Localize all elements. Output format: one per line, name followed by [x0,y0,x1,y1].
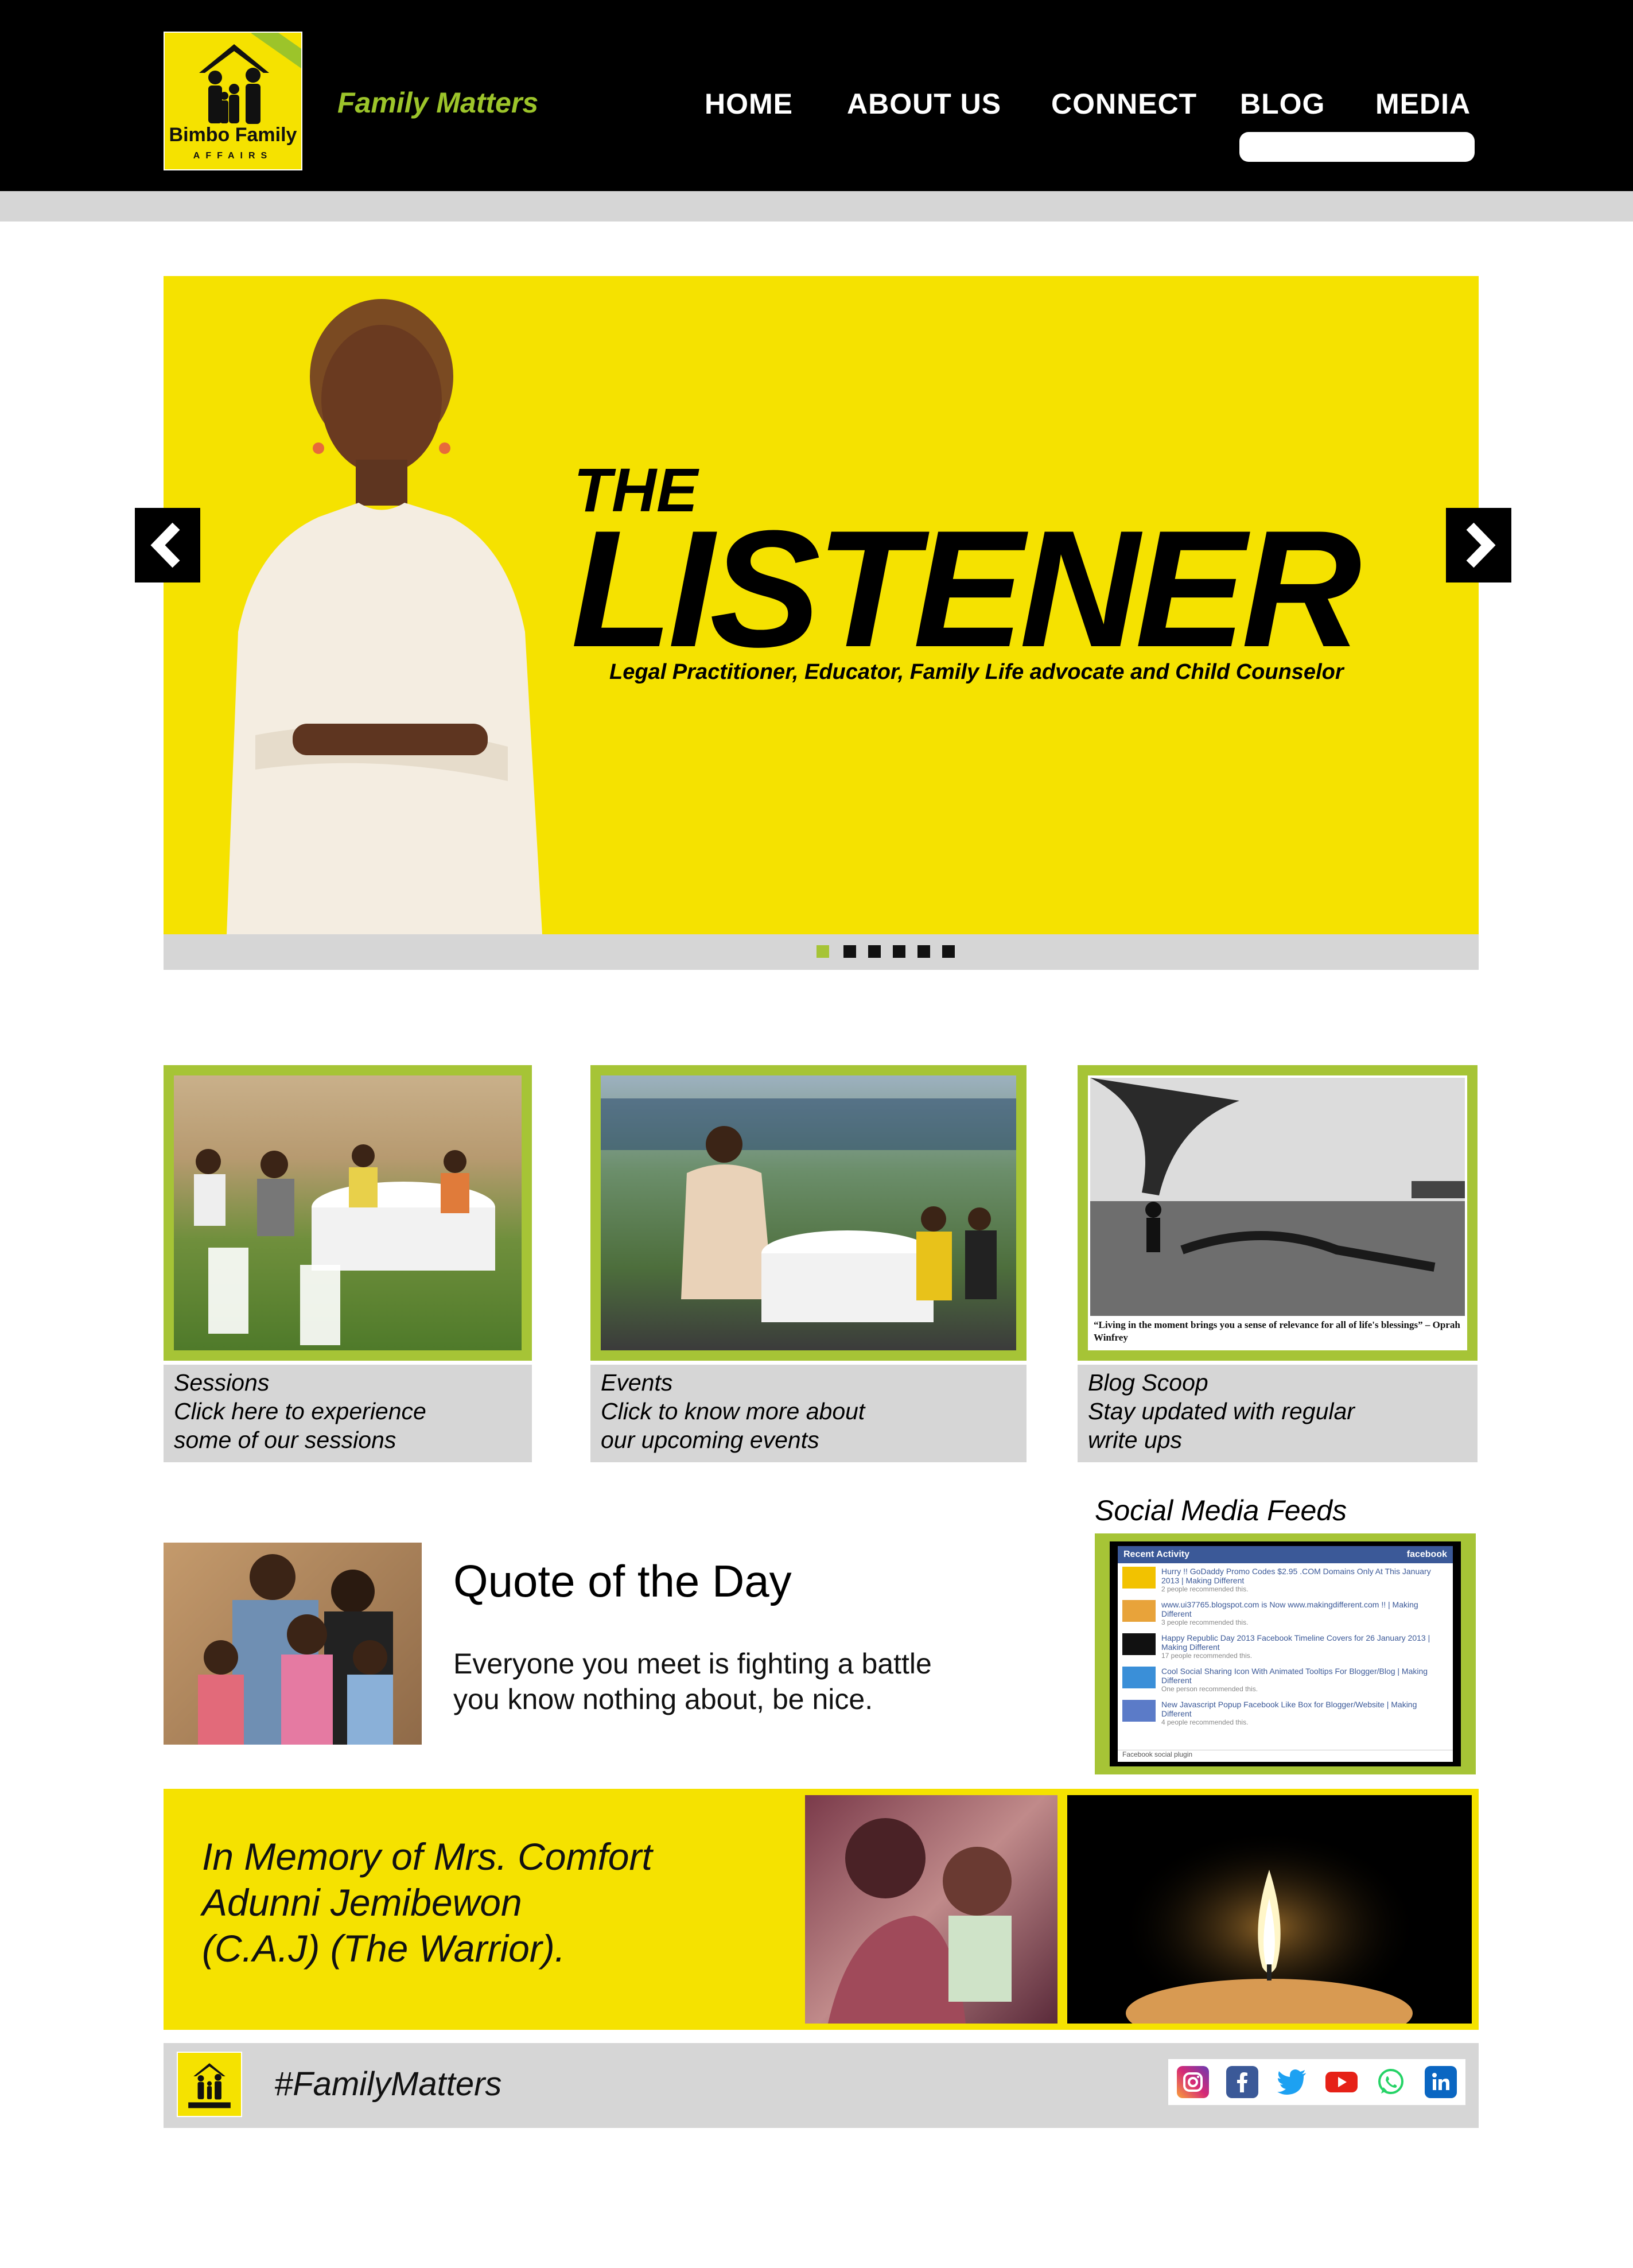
facebook-panel-footer: Facebook social plugin [1118,1750,1453,1762]
blog-image-quote: “Living in the moment brings you a sense… [1094,1319,1460,1343]
whatsapp-icon[interactable] [1375,2066,1408,2098]
feed-item-meta: 4 people recommended this. [1161,1718,1249,1726]
facebook-panel-title: Recent Activity [1123,1549,1189,1559]
feed-item-text: Happy Republic Day 2013 Facebook Timelin… [1161,1633,1430,1652]
sessions-card-image[interactable] [164,1065,532,1361]
facebook-activity-panel: Recent Activity facebook Hurry !! GoDadd… [1118,1546,1453,1762]
feed-item-text: Hurry !! GoDaddy Promo Codes $2.95 .COM … [1161,1567,1431,1585]
feed-thumbnail [1122,1700,1156,1722]
site-logo[interactable]: Bimbo Family AFFAIRS [164,32,302,170]
events-card-image[interactable] [590,1065,1027,1361]
events-card-title: Events [601,1369,673,1396]
nav-media[interactable]: MEDIA [1375,87,1471,121]
social-icons-bar [1168,2059,1465,2105]
facebook-feed-item[interactable]: Hurry !! GoDaddy Promo Codes $2.95 .COM … [1118,1563,1453,1597]
hero-title: LISTENER [571,496,1362,682]
mother-child-scene [828,1818,1012,2024]
hero-subtitle: Legal Practitioner, Educator, Family Lif… [609,660,1344,684]
slider-dot-3[interactable] [868,945,881,958]
feed-item-meta: 17 people recommended this. [1161,1652,1253,1660]
slider-dot-4[interactable] [893,945,905,958]
facebook-panel-header: Recent Activity facebook [1118,1546,1453,1563]
slider-prev-button[interactable] [135,508,200,582]
family-photo [164,1543,422,1745]
slider-dot-5[interactable] [917,945,930,958]
social-feeds-title: Social Media Feeds [1095,1494,1347,1527]
facebook-icon[interactable] [1226,2066,1259,2098]
social-feed-border: Recent Activity facebook Hurry !! GoDadd… [1110,1541,1461,1766]
blog-scene [1090,1078,1465,1316]
facebook-feed-item[interactable]: Cool Social Sharing Icon With Animated T… [1118,1663,1453,1696]
slider-dot-2[interactable] [843,945,856,958]
memorial-line-1: In Memory of Mrs. Comfort [202,1835,652,1878]
nav-connect[interactable]: CONNECT [1051,87,1197,121]
events-card-line2: our upcoming events [601,1427,819,1453]
events-card-caption[interactable]: Events Click to know more about our upco… [590,1365,1027,1462]
memorial-text: In Memory of Mrs. Comfort Adunni Jemibew… [202,1834,776,1971]
feed-thumbnail [1122,1633,1156,1655]
chevron-right-icon [1466,522,1496,568]
quote-text: Everyone you meet is fighting a battle y… [453,1648,932,1715]
header-divider [0,191,1633,222]
feed-item-text: www.ui37765.blogspot.com is Now www.maki… [1161,1600,1418,1618]
events-card-line1: Click to know more about [601,1398,865,1424]
blog-card-title: Blog Scoop [1088,1369,1208,1396]
facebook-brand: facebook [1406,1549,1447,1559]
memorial-photo [805,1795,1057,2024]
candle-icon [1120,1830,1418,2024]
feed-item-meta: 2 people recommended this. [1161,1585,1249,1593]
family-logo-icon [188,2063,231,2108]
feed-item-meta: One person recommended this. [1161,1685,1258,1693]
slider-dot-1[interactable] [816,945,829,958]
feed-thumbnail [1122,1600,1156,1622]
site-tagline: Family Matters [337,87,539,119]
feed-item-text: New Javascript Popup Facebook Like Box f… [1161,1700,1417,1718]
sessions-card-line2: some of our sessions [174,1427,396,1453]
linkedin-icon[interactable] [1424,2066,1457,2098]
sessions-card-line1: Click here to experience [174,1398,426,1424]
twitter-icon[interactable] [1276,2066,1308,2098]
hero-slider: THE LISTENER Legal Practitioner, Educato… [164,276,1479,934]
blog-card-line1: Stay updated with regular [1088,1398,1355,1424]
nav-home[interactable]: HOME [705,87,793,121]
events-scene [601,1098,1016,1322]
sessions-card-caption[interactable]: Sessions Click here to experience some o… [164,1365,532,1462]
memorial-line-2: Adunni Jemibewon [202,1881,522,1924]
blog-photo: “Living in the moment brings you a sense… [1088,1075,1467,1350]
facebook-feed-item[interactable]: New Javascript Popup Facebook Like Box f… [1118,1696,1453,1730]
logo-subtext: AFFAIRS [193,151,273,161]
logo-text: Bimbo Family [169,124,297,146]
youtube-icon[interactable] [1325,2066,1358,2098]
blog-card-line2: write ups [1088,1427,1183,1453]
feed-thumbnail [1122,1667,1156,1688]
facebook-feed-item[interactable]: www.ui37765.blogspot.com is Now www.maki… [1118,1597,1453,1630]
slider-dot-6[interactable] [942,945,955,958]
blog-card-image[interactable]: “Living in the moment brings you a sense… [1078,1065,1478,1361]
slider-next-button[interactable] [1446,508,1511,582]
feed-item-text: Cool Social Sharing Icon With Animated T… [1161,1667,1428,1685]
facebook-feed-item[interactable]: Happy Republic Day 2013 Facebook Timelin… [1118,1630,1453,1663]
feed-thumbnail [1122,1567,1156,1589]
footer-hashtag: #FamilyMatters [274,2065,502,2103]
memorial-line-3: (C.A.J) (The Warrior). [202,1927,566,1970]
chevron-left-icon [150,522,180,568]
events-photo [601,1075,1016,1350]
sessions-photo [174,1075,522,1350]
feed-item-meta: 3 people recommended this. [1161,1618,1249,1626]
quote-title: Quote of the Day [453,1556,792,1606]
nav-blog[interactable]: BLOG [1240,87,1325,121]
footer-logo[interactable] [177,2052,242,2117]
social-feed-widget[interactable]: Recent Activity facebook Hurry !! GoDadd… [1095,1533,1476,1774]
sessions-card-title: Sessions [174,1369,270,1396]
family-scene [198,1554,393,1745]
nav-active-indicator [1239,132,1475,162]
sessions-scene [194,1144,495,1345]
candle-image [1067,1795,1472,2024]
nav-about-us[interactable]: ABOUT US [847,87,1001,121]
blog-card-caption[interactable]: Blog Scoop Stay updated with regular wri… [1078,1365,1478,1462]
instagram-icon[interactable] [1177,2066,1210,2098]
